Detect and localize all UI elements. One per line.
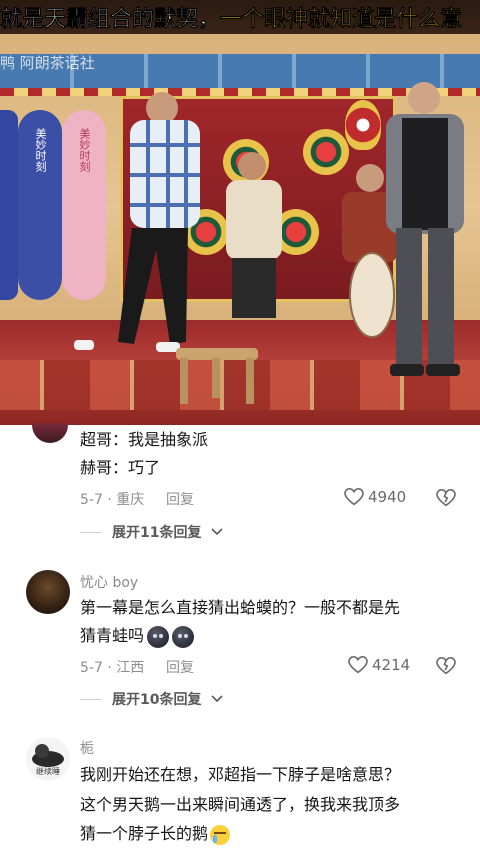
chevron-down-icon — [211, 528, 224, 536]
video-frame[interactable]: 鸭 阿朗茶话社 美妙时刻 美妙时刻 就是天霸组合的默契， 一个眼神就知道是什么意 — [0, 0, 480, 425]
person-black-vest — [386, 82, 464, 376]
person-seated-drummer — [226, 152, 282, 318]
comment-text: 超哥：我是抽象派 — [80, 430, 209, 449]
comment-text: 这个男天鹅一出来瞬间通透了，换我来我顶多 — [80, 795, 401, 814]
comment-text: 第一幕是怎么直接猜出蛤蟆的？一般不都是先 — [80, 598, 401, 617]
avatar[interactable] — [26, 570, 70, 614]
avatar[interactable]: 继续睡 — [26, 737, 70, 781]
wooden-stool — [176, 348, 258, 404]
video-watermark: 鸭 阿朗茶话社 — [0, 54, 95, 72]
poster-left-text: 美妙时刻 — [34, 128, 47, 172]
comment-text-line2: 猜青蛙吗 — [80, 622, 195, 650]
comment-text: 我刚开始还在想，邓超指一下脖子是啥意思？ — [80, 765, 401, 784]
crying-emoji-icon — [210, 824, 231, 845]
avatar-figure-icon — [32, 744, 64, 767]
comment-text: 赫哥：巧了 — [80, 458, 161, 477]
like-button[interactable]: 4940 — [344, 488, 406, 506]
comment-text-line3: 猜一个脖子长的鹅 — [80, 820, 231, 848]
like-count: 4214 — [372, 656, 411, 674]
expand-replies-button[interactable]: 展开10条回复 — [80, 689, 224, 709]
comment-section: 超哥：我是抽象派 赫哥：巧了 5-7 · 重庆 回复 4940 展开11条回复 … — [0, 423, 480, 853]
divider-line — [80, 531, 102, 533]
dislike-button[interactable] — [436, 656, 456, 679]
comment-text: 猜青蛙吗 — [80, 626, 145, 645]
expand-replies-label: 展开11条回复 — [112, 525, 202, 541]
poster-left: 美妙时刻 — [18, 110, 62, 300]
like-button[interactable]: 4214 — [348, 656, 410, 674]
divider-line — [80, 698, 102, 700]
comment-date-location: 5-7 · 江西 — [80, 660, 145, 676]
comment-author[interactable]: 忧心 boy — [80, 572, 138, 592]
avatar[interactable] — [32, 423, 68, 443]
like-count: 4940 — [368, 488, 407, 506]
avatar-label: 继续睡 — [36, 767, 60, 776]
expand-replies-button[interactable]: 展开11条回复 — [80, 522, 224, 542]
expand-replies-label: 展开10条回复 — [112, 692, 202, 708]
banner-text-white: 就是天霸组合的默契， — [0, 7, 221, 33]
reply-button[interactable]: 回复 — [166, 489, 194, 509]
person-plaid-shirt — [74, 92, 200, 352]
dark-face-emoji-icon — [172, 625, 195, 648]
poster-edge — [0, 110, 18, 300]
comment-author[interactable]: 栀 — [80, 738, 94, 758]
heart-broken-icon — [436, 656, 456, 675]
chevron-down-icon — [211, 695, 224, 703]
comment-text: 猜一个脖子长的鹅 — [80, 824, 209, 843]
comment-date-location: 5-7 · 重庆 — [80, 492, 145, 508]
dislike-button[interactable] — [436, 488, 456, 511]
reply-button[interactable]: 回复 — [166, 657, 194, 677]
dark-face-emoji-icon — [147, 625, 170, 648]
banner-text-yellow: 一个眼神就知道是什么意 — [220, 7, 463, 33]
heart-outline-icon — [348, 656, 368, 674]
heart-broken-icon — [436, 488, 456, 507]
heart-outline-icon — [344, 488, 364, 506]
video-caption-banner: 就是天霸组合的默契， 一个眼神就知道是什么意 — [0, 0, 480, 34]
